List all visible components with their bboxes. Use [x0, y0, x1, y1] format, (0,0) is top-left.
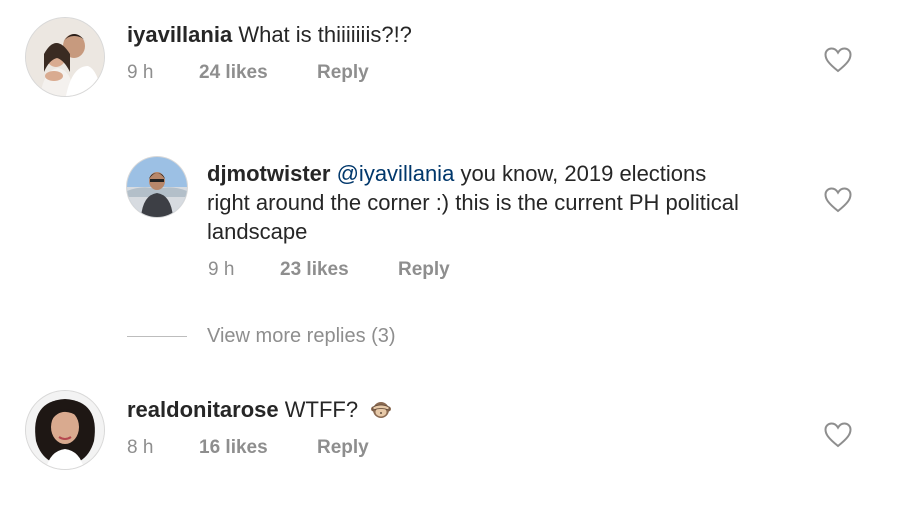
likes-count[interactable]: 24 likes [199, 62, 317, 84]
avatar[interactable] [26, 18, 104, 96]
avatar[interactable] [127, 157, 187, 217]
reply-line-2: right around the corner :) this is the c… [207, 190, 739, 215]
reply-button[interactable]: Reply [317, 62, 369, 84]
likes-count[interactable]: 16 likes [199, 437, 317, 459]
heart-outline-icon[interactable] [824, 187, 852, 213]
reply-button[interactable]: Reply [317, 437, 369, 459]
comment-text: realdonitarose WTFF? [127, 395, 392, 424]
comment-body: What is thiiiiiiis?!? [238, 22, 412, 47]
reply-body-1: you know, 2019 elections [460, 161, 707, 186]
man-portrait-avatar [127, 157, 187, 217]
mention-link[interactable]: @iyavillania [337, 161, 455, 186]
reply-text: djmotwister @iyavillania you know, 2019 … [207, 159, 739, 246]
woman-portrait-avatar [26, 391, 104, 469]
comment-body: WTFF? [284, 397, 359, 422]
avatar[interactable] [26, 391, 104, 469]
timestamp: 9 h [127, 62, 154, 83]
username[interactable]: djmotwister [207, 161, 330, 186]
heart-outline-icon[interactable] [824, 422, 852, 448]
reply-line-1: djmotwister @iyavillania you know, 2019 … [207, 159, 739, 188]
view-more-label: View more replies (3) [207, 325, 396, 347]
view-more-replies-button[interactable]: View more replies (3) [127, 325, 396, 348]
comment-text: iyavillania What is thiiiiiiis?!? [127, 20, 412, 49]
see-no-evil-monkey-emoji [370, 398, 392, 420]
reply-button[interactable]: Reply [398, 259, 450, 281]
heart-outline-icon[interactable] [824, 47, 852, 73]
comment-meta: 9 h 24 likes Reply [127, 62, 369, 84]
reply-line-3: landscape [207, 219, 308, 244]
comment-item-realdonitarose: realdonitarose WTFF? 8 h 16 likes Reply [0, 380, 900, 500]
timestamp: 8 h [127, 437, 154, 458]
reply-item-djmotwister: djmotwister @iyavillania you know, 2019 … [0, 140, 900, 300]
reply-meta: 9 h 23 likes Reply [208, 259, 450, 281]
comment-item-iyavillania: iyavillania What is thiiiiiiis?!? 9 h 24… [0, 0, 900, 120]
likes-count[interactable]: 23 likes [280, 259, 398, 281]
timestamp: 9 h [208, 259, 235, 280]
comment-meta: 8 h 16 likes Reply [127, 437, 369, 459]
divider-line [127, 336, 187, 337]
username[interactable]: realdonitarose [127, 397, 279, 422]
username[interactable]: iyavillania [127, 22, 232, 47]
couple-photo-avatar [26, 18, 104, 96]
